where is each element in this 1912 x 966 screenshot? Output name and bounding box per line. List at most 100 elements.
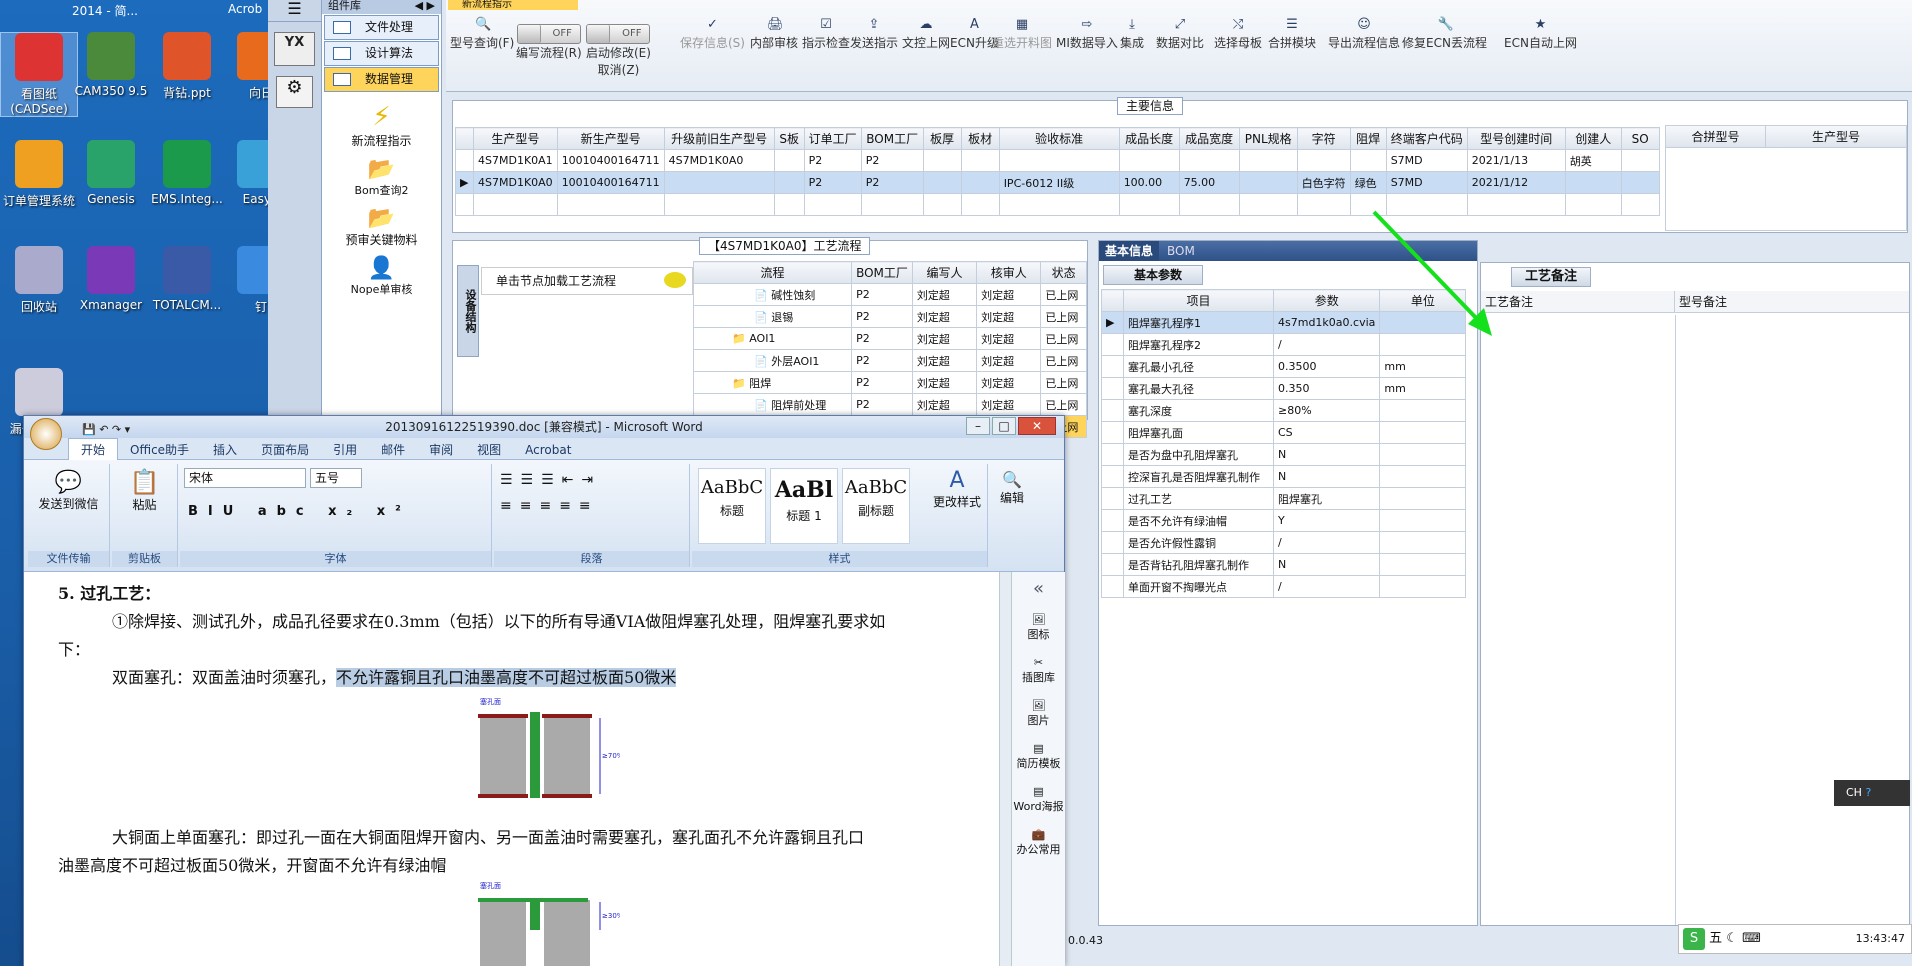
edit-button[interactable]: 编辑 <box>990 489 1034 506</box>
doc-scrollbar[interactable] <box>999 572 1011 966</box>
table-cell[interactable]: / <box>1272 531 1381 554</box>
style-box[interactable]: AaBbC 标题 <box>698 468 766 544</box>
table-cell[interactable]: P2 <box>860 171 924 194</box>
table-cell[interactable] <box>998 193 1120 216</box>
table-cell[interactable] <box>1379 575 1467 598</box>
select-mother-button[interactable]: ⤭ 选择母板 <box>1214 18 1262 51</box>
table-cell[interactable] <box>860 193 924 216</box>
table-cell[interactable]: ≥80% <box>1272 399 1381 422</box>
desktop-icon[interactable]: EMS.Integ... <box>148 140 226 206</box>
tab-basic-info[interactable]: 基本信息 <box>1099 241 1160 261</box>
side-tool-button[interactable]: 💼 办公常用 <box>1012 828 1065 857</box>
desktop-icon[interactable]: 背钻.ppt <box>148 32 226 101</box>
flow-row[interactable]: 📄 阻焊前处理 P2 刘定超 刘定超 已上网 <box>692 393 1087 416</box>
table-cell[interactable]: 塞孔最大孔径 <box>1123 377 1274 400</box>
table-cell[interactable] <box>1379 509 1467 532</box>
param-row[interactable]: 阻焊塞孔面 CS <box>1101 421 1467 444</box>
table-cell[interactable] <box>1564 171 1622 194</box>
table-cell[interactable]: 刘定超 <box>976 393 1042 416</box>
yx-logo-icon[interactable]: YX <box>274 32 315 66</box>
table-cell[interactable] <box>1620 193 1660 216</box>
table-cell[interactable] <box>773 193 805 216</box>
flow-col-header[interactable]: 编写人 <box>911 261 978 284</box>
table-cell[interactable]: 过孔工艺 <box>1123 487 1274 510</box>
table-cell[interactable] <box>1379 553 1467 576</box>
table-cell[interactable]: 4s7md1k0a0.cvia <box>1272 311 1381 334</box>
table-cell[interactable] <box>1178 193 1240 216</box>
table-cell[interactable] <box>922 171 962 194</box>
flow-col-header[interactable]: 状态 <box>1040 261 1087 284</box>
table-cell[interactable]: IPC-6012 II级 <box>998 171 1120 194</box>
tools-icon[interactable]: ⚙ <box>276 76 313 108</box>
style-box[interactable]: AaBbC 副标题 <box>842 468 910 544</box>
table-cell[interactable]: / <box>1272 333 1381 356</box>
main-info-col-header[interactable]: 新生产型号 <box>556 127 665 150</box>
table-cell[interactable]: 📁 AOI1 <box>692 327 853 350</box>
flow-row[interactable]: 📄 碱性蚀刻 P2 刘定超 刘定超 已上网 <box>692 283 1087 306</box>
doc-upload-button[interactable]: ☁ 文控上网 <box>902 18 950 51</box>
table-cell[interactable]: 📁 阻焊 <box>692 371 853 394</box>
ribbon-tab[interactable]: 视图 <box>465 439 513 461</box>
table-cell[interactable]: 阻焊塞孔 <box>1272 487 1381 510</box>
integrate-button[interactable]: ⤓ 集成 <box>1120 18 1144 51</box>
table-cell[interactable]: 刘定超 <box>976 305 1042 328</box>
flow-row[interactable]: 📁 AOI1 P2 刘定超 刘定超 已上网 <box>692 327 1087 350</box>
ribbon-tab[interactable]: 插入 <box>201 439 249 461</box>
table-cell[interactable] <box>1379 421 1467 444</box>
table-cell[interactable]: P2 <box>851 283 913 306</box>
table-cell[interactable] <box>960 193 1000 216</box>
table-cell[interactable]: 4S7MD1K0A0 <box>663 149 775 172</box>
table-cell[interactable]: 白色字符 <box>1296 171 1351 194</box>
list-buttons[interactable]: ☰☰☰⇤⇥ <box>500 472 601 488</box>
main-info-col-header[interactable]: 升级前旧生产型号 <box>663 127 775 150</box>
table-cell[interactable]: 刘定超 <box>911 393 978 416</box>
param-col-header[interactable]: 项目 <box>1123 289 1274 312</box>
table-cell[interactable] <box>1379 443 1467 466</box>
paste-icon[interactable]: 📋 <box>112 468 177 496</box>
table-cell[interactable] <box>1620 149 1660 172</box>
ribbon-tab[interactable]: 开始 <box>68 438 119 461</box>
param-row[interactable]: 塞孔最大孔径 0.350 mm <box>1101 377 1467 400</box>
lib-item-algo[interactable]: 设计算法 <box>324 41 439 66</box>
table-cell[interactable]: 是否允许假性露铜 <box>1123 531 1274 554</box>
table-cell[interactable]: 已上网 <box>1040 305 1087 328</box>
close-button[interactable]: ✕ <box>1018 417 1056 435</box>
param-row[interactable]: 控深盲孔是否阻焊塞孔制作 N <box>1101 465 1467 488</box>
param-row[interactable]: 是否背钻孔阻焊塞孔制作 N <box>1101 553 1467 576</box>
side-tool-button[interactable]: 🖼 图标 <box>1012 613 1065 642</box>
font-name-select[interactable]: 宋体 <box>184 468 306 488</box>
table-cell[interactable] <box>1118 193 1180 216</box>
ime-indicator[interactable]: CH ? <box>1834 780 1910 806</box>
keyboard-icon[interactable]: ⌨ <box>1742 931 1761 946</box>
save-info-button[interactable]: ✓ 保存信息(S) <box>680 18 745 51</box>
table-cell[interactable]: 绿色 <box>1349 171 1387 194</box>
model-query-button[interactable]: 🔍 型号查询(F) <box>450 18 514 51</box>
table-cell[interactable] <box>922 149 962 172</box>
param-row[interactable]: 是否不允许有绿油帽 Y <box>1101 509 1467 532</box>
table-cell[interactable] <box>1564 193 1622 216</box>
table-cell[interactable]: 已上网 <box>1040 327 1087 350</box>
param-row[interactable]: 是否为盘中孔阻焊塞孔 N <box>1101 443 1467 466</box>
table-cell[interactable]: 刘定超 <box>911 371 978 394</box>
table-cell[interactable]: 刘定超 <box>976 283 1042 306</box>
table-cell[interactable]: 单面开窗不掏曝光点 <box>1123 575 1274 598</box>
table-cell[interactable]: 是否背钻孔阻焊塞孔制作 <box>1123 553 1274 576</box>
desktop-icon[interactable]: 订单管理系统 <box>0 140 78 209</box>
param-row[interactable]: 过孔工艺 阻焊塞孔 <box>1101 487 1467 510</box>
table-cell[interactable]: 📄 外层AOI1 <box>692 349 853 372</box>
param-row[interactable]: 塞孔深度 ≥80% <box>1101 399 1467 422</box>
table-cell[interactable]: P2 <box>803 171 862 194</box>
main-info-col-header[interactable]: SO <box>1620 127 1660 150</box>
moon-icon[interactable]: ☾ <box>1726 931 1738 946</box>
main-info-col-header[interactable]: 型号创建时间 <box>1466 127 1566 150</box>
table-cell[interactable]: 75.00 <box>1178 171 1240 194</box>
table-cell[interactable] <box>1379 465 1467 488</box>
main-info-col-header[interactable]: 验收标准 <box>998 127 1120 150</box>
send-wechat-button[interactable]: 发送到微信 <box>28 495 109 512</box>
table-cell[interactable] <box>1620 171 1660 194</box>
flow-col-header[interactable]: 流程 <box>692 261 853 284</box>
ribbon-tab[interactable]: 邮件 <box>369 439 417 461</box>
table-cell[interactable]: CS <box>1272 421 1381 444</box>
equipment-structure-tab[interactable]: 设备结构 <box>457 265 479 357</box>
side-tool-button[interactable]: ▤ Word海报 <box>1012 785 1065 814</box>
